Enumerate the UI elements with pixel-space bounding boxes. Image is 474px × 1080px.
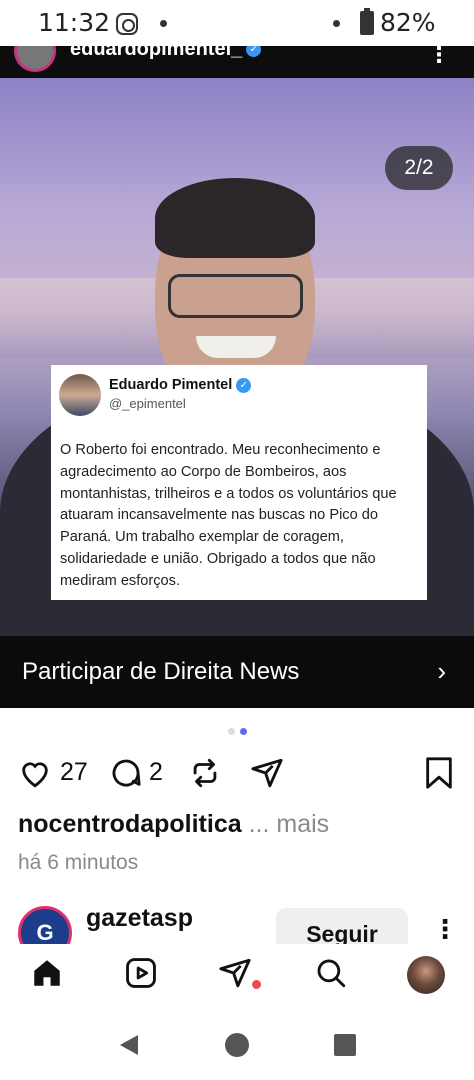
system-navigation-bar xyxy=(0,1008,474,1080)
home-icon[interactable] xyxy=(30,956,64,990)
send-icon[interactable] xyxy=(250,756,284,790)
join-channel-banner[interactable]: Participar de Direita News › xyxy=(0,636,474,708)
comments-count[interactable]: 2 xyxy=(149,758,163,787)
post-author-username[interactable]: eduardopimentel_ xyxy=(70,46,242,60)
bookmark-icon[interactable] xyxy=(424,756,454,790)
post-caption[interactable]: nocentrodapolitica ... mais xyxy=(18,810,329,839)
tweet-author-avatar xyxy=(59,374,101,416)
verified-badge-icon: ✓ xyxy=(236,377,252,393)
person-smile xyxy=(196,336,276,358)
home-circle-icon[interactable] xyxy=(225,1033,249,1057)
person-glasses xyxy=(168,274,303,318)
caption-more-link[interactable]: ... mais xyxy=(249,810,330,838)
notification-dot-icon xyxy=(160,20,167,27)
battery-icon xyxy=(360,8,374,35)
tweet-author-handle: @_epimentel xyxy=(109,396,186,411)
post-author-name[interactable]: eduardopimentel_ ✓ xyxy=(70,46,262,61)
carousel-dot-active xyxy=(240,728,247,735)
more-options-icon[interactable]: ⋮ xyxy=(428,46,450,68)
post-author-avatar[interactable] xyxy=(14,46,56,72)
bottom-navigation xyxy=(0,944,474,1008)
more-options-icon[interactable]: ⋮ xyxy=(432,914,458,945)
join-channel-label: Participar de Direita News xyxy=(22,658,300,685)
post-header: eduardopimentel_ ✓ ⋮ xyxy=(0,46,474,78)
chevron-right-icon: › xyxy=(437,656,446,686)
person-hair xyxy=(155,178,315,258)
tweet-author-name-text: Eduardo Pimentel xyxy=(109,377,233,393)
status-bar: 11:32 82% xyxy=(0,0,474,46)
notification-dot-icon xyxy=(333,20,340,27)
battery-percentage: 82% xyxy=(380,8,436,37)
comment-icon[interactable] xyxy=(109,756,143,790)
tweet-card: Eduardo Pimentel ✓ @_epimentel O Roberto … xyxy=(51,365,427,600)
carousel-dot xyxy=(228,728,235,735)
profile-avatar[interactable] xyxy=(407,956,445,994)
caption-username[interactable]: nocentrodapolitica xyxy=(18,810,242,838)
back-icon[interactable] xyxy=(118,1033,140,1057)
repost-icon[interactable] xyxy=(188,756,222,790)
search-icon[interactable] xyxy=(314,956,348,990)
tweet-text: O Roberto foi encontrado. Meu reconhecim… xyxy=(60,442,397,589)
direct-icon[interactable] xyxy=(218,956,252,990)
next-post-username[interactable]: gazetasp xyxy=(86,904,193,933)
likes-count[interactable]: 27 xyxy=(60,758,88,787)
tweet-author-name: Eduardo Pimentel ✓ xyxy=(109,377,252,393)
post-timestamp: há 6 minutos xyxy=(18,851,139,874)
verified-badge-icon: ✓ xyxy=(246,46,262,58)
reels-icon[interactable] xyxy=(124,956,158,990)
instagram-notification-icon xyxy=(116,13,138,35)
carousel-page-indicator: 2/2 xyxy=(385,146,453,190)
recents-icon[interactable] xyxy=(334,1034,356,1056)
status-time: 11:32 xyxy=(38,8,111,37)
heart-icon[interactable] xyxy=(18,756,52,790)
notification-badge xyxy=(252,980,261,989)
